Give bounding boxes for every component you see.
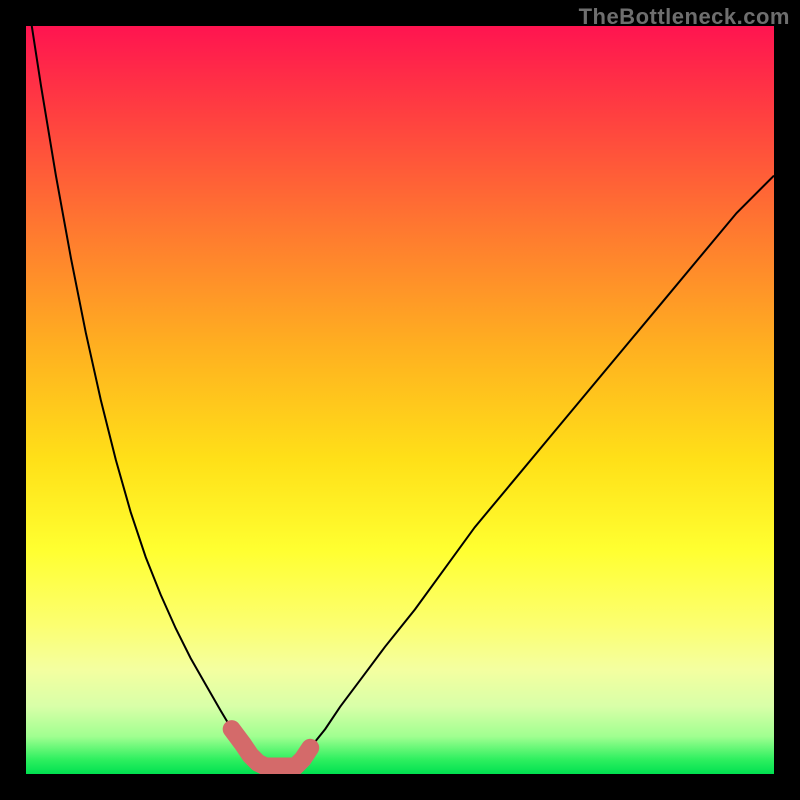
marker-overlay	[232, 729, 311, 766]
plot-area	[26, 26, 774, 774]
outer-frame: TheBottleneck.com	[0, 0, 800, 800]
curve-right-branch	[295, 176, 774, 767]
curve-left-branch	[26, 26, 265, 767]
watermark-text: TheBottleneck.com	[579, 4, 790, 30]
chart-svg	[26, 26, 774, 774]
